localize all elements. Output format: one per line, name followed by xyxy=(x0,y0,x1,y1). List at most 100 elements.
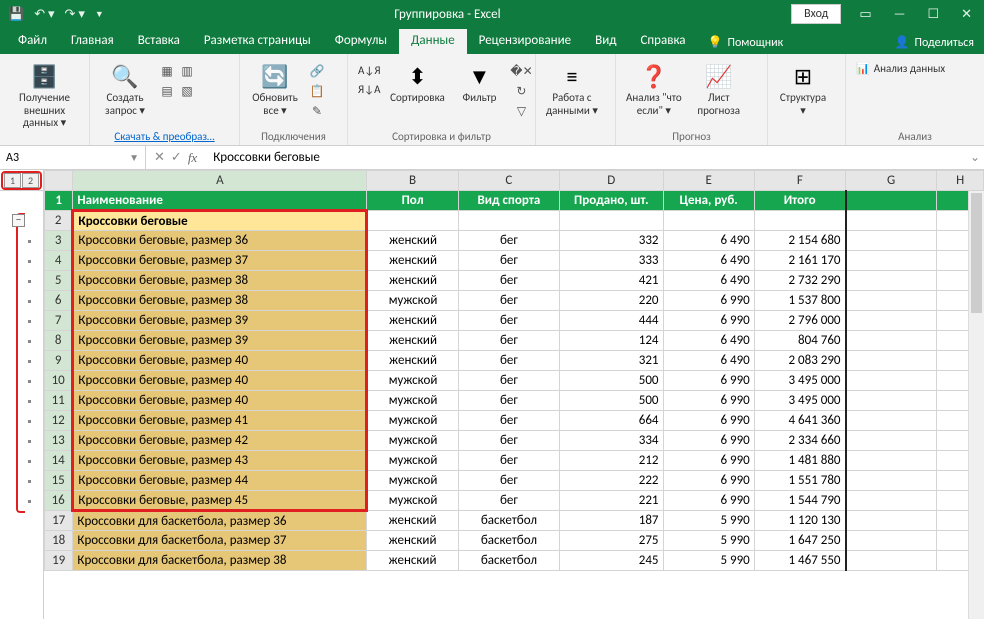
col-header-H[interactable]: H xyxy=(937,171,984,191)
recent-sources-icon[interactable]: ▤ xyxy=(158,82,176,100)
cell[interactable]: Кроссовки беговые, размер 42 xyxy=(73,431,367,451)
outline-level-2[interactable]: 2 xyxy=(22,173,39,188)
cell[interactable] xyxy=(846,371,937,391)
name-box[interactable]: ▼ xyxy=(0,146,146,169)
cell[interactable]: 500 xyxy=(560,371,663,391)
cell[interactable] xyxy=(663,211,754,231)
cell[interactable]: бег xyxy=(458,431,559,451)
cell[interactable]: женский xyxy=(367,311,458,331)
row-header[interactable]: 16 xyxy=(45,491,73,511)
forecast-sheet-button[interactable]: 📈Лист прогноза xyxy=(690,58,748,119)
row-header[interactable]: 15 xyxy=(45,471,73,491)
cell[interactable]: женский xyxy=(367,551,458,571)
show-queries-icon[interactable]: ▦ xyxy=(158,62,176,80)
cell[interactable]: Кроссовки беговые, размер 37 xyxy=(73,251,367,271)
cell[interactable]: 6 490 xyxy=(663,271,754,291)
select-all-cell[interactable] xyxy=(45,171,73,191)
cell[interactable]: 321 xyxy=(560,351,663,371)
cell[interactable]: 3 495 000 xyxy=(754,391,845,411)
outline-level-1[interactable]: 1 xyxy=(4,173,21,188)
cell[interactable] xyxy=(846,531,937,551)
cell[interactable]: мужской xyxy=(367,491,458,511)
cell[interactable]: мужской xyxy=(367,471,458,491)
cell[interactable]: баскетбол xyxy=(458,511,559,531)
tab-formulas[interactable]: Формулы xyxy=(323,29,399,54)
cell[interactable]: Кроссовки для баскетбола, размер 38 xyxy=(73,551,367,571)
row-header[interactable]: 9 xyxy=(45,351,73,371)
cell[interactable] xyxy=(846,511,937,531)
cell[interactable]: Кроссовки беговые, размер 43 xyxy=(73,451,367,471)
tab-review[interactable]: Рецензирование xyxy=(467,29,583,54)
row-header[interactable]: 10 xyxy=(45,371,73,391)
cell[interactable]: 6 490 xyxy=(663,251,754,271)
cell[interactable]: Кроссовки беговые xyxy=(73,211,367,231)
cell[interactable]: Кроссовки беговые, размер 40 xyxy=(73,351,367,371)
cell[interactable]: 2 161 170 xyxy=(754,251,845,271)
cell[interactable]: 332 xyxy=(560,231,663,251)
cell[interactable]: Продано, шт. xyxy=(560,191,663,211)
cell[interactable] xyxy=(846,431,937,451)
scrollbar-thumb[interactable] xyxy=(971,193,982,313)
cell[interactable]: 222 xyxy=(560,471,663,491)
cell[interactable]: женский xyxy=(367,271,458,291)
cancel-fx-icon[interactable]: ✕ xyxy=(154,150,165,165)
outline-button[interactable]: ⊞Структура ▾ xyxy=(774,58,832,119)
cell[interactable]: мужской xyxy=(367,431,458,451)
cell[interactable]: 2 334 660 xyxy=(754,431,845,451)
cell[interactable] xyxy=(846,331,937,351)
cell[interactable]: Кроссовки беговые, размер 39 xyxy=(73,331,367,351)
tab-insert[interactable]: Вставка xyxy=(126,29,192,54)
cell[interactable] xyxy=(754,211,845,231)
cell[interactable] xyxy=(846,551,937,571)
cell[interactable]: 444 xyxy=(560,311,663,331)
close-icon[interactable]: ✕ xyxy=(957,7,976,22)
cell[interactable]: Кроссовки беговые, размер 39 xyxy=(73,311,367,331)
filter-button[interactable]: ▼Фильтр xyxy=(450,58,508,107)
data-analysis-button[interactable]: 📊Анализ данных xyxy=(852,60,949,77)
cell[interactable]: Кроссовки беговые, размер 40 xyxy=(73,371,367,391)
tab-file[interactable]: Файл xyxy=(6,29,59,54)
row-header[interactable]: 7 xyxy=(45,311,73,331)
cell[interactable]: 1 467 550 xyxy=(754,551,845,571)
enter-fx-icon[interactable]: ✓ xyxy=(171,150,182,165)
cell[interactable]: Цена, руб. xyxy=(663,191,754,211)
cell[interactable]: бег xyxy=(458,351,559,371)
row-header[interactable]: 18 xyxy=(45,531,73,551)
cell[interactable] xyxy=(846,271,937,291)
cell[interactable]: 1 481 880 xyxy=(754,451,845,471)
col-header-A[interactable]: A xyxy=(73,171,367,191)
cell[interactable]: Кроссовки беговые, размер 45 xyxy=(73,491,367,511)
row-header[interactable]: 19 xyxy=(45,551,73,571)
edit-links-icon[interactable]: ✎ xyxy=(308,102,326,120)
vertical-scrollbar[interactable] xyxy=(968,191,984,619)
cell[interactable] xyxy=(846,471,937,491)
cell[interactable]: 6 990 xyxy=(663,291,754,311)
cell[interactable]: 6 490 xyxy=(663,331,754,351)
cell[interactable]: 421 xyxy=(560,271,663,291)
cell[interactable]: баскетбол xyxy=(458,531,559,551)
cell[interactable]: 187 xyxy=(560,511,663,531)
cell[interactable]: Кроссовки для баскетбола, размер 36 xyxy=(73,511,367,531)
cell[interactable]: 124 xyxy=(560,331,663,351)
cell[interactable]: 333 xyxy=(560,251,663,271)
cell[interactable]: 6 990 xyxy=(663,471,754,491)
cell[interactable]: Вид спорта xyxy=(458,191,559,211)
share-button[interactable]: 👤Поделиться xyxy=(885,31,984,54)
row-header[interactable]: 2 xyxy=(45,211,73,231)
cell[interactable]: 245 xyxy=(560,551,663,571)
cell[interactable] xyxy=(846,231,937,251)
cell[interactable]: мужской xyxy=(367,411,458,431)
cell[interactable] xyxy=(846,491,937,511)
cell[interactable]: 6 990 xyxy=(663,391,754,411)
tellme-box[interactable]: 💡Помощник xyxy=(698,31,794,54)
cell[interactable] xyxy=(846,211,937,231)
cell[interactable]: 6 990 xyxy=(663,431,754,451)
cell[interactable]: Кроссовки беговые, размер 38 xyxy=(73,291,367,311)
cell[interactable]: Кроссовки беговые, размер 44 xyxy=(73,471,367,491)
cell[interactable] xyxy=(367,211,458,231)
cell[interactable] xyxy=(846,191,937,211)
cell[interactable]: женский xyxy=(367,511,458,531)
cell[interactable]: 500 xyxy=(560,391,663,411)
group-get-transform[interactable]: Скачать & преобраз… xyxy=(114,130,214,143)
cell[interactable]: женский xyxy=(367,331,458,351)
